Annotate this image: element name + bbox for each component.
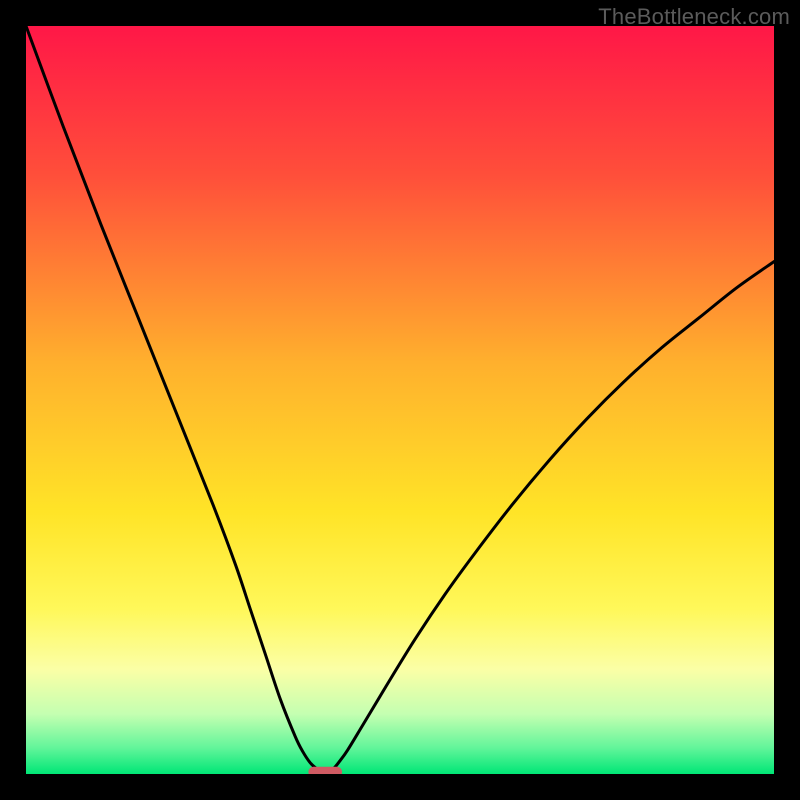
chart-frame: TheBottleneck.com — [0, 0, 800, 800]
plot-area — [26, 26, 774, 774]
chart-svg — [26, 26, 774, 774]
optimal-marker — [308, 767, 342, 774]
watermark-text: TheBottleneck.com — [598, 4, 790, 30]
